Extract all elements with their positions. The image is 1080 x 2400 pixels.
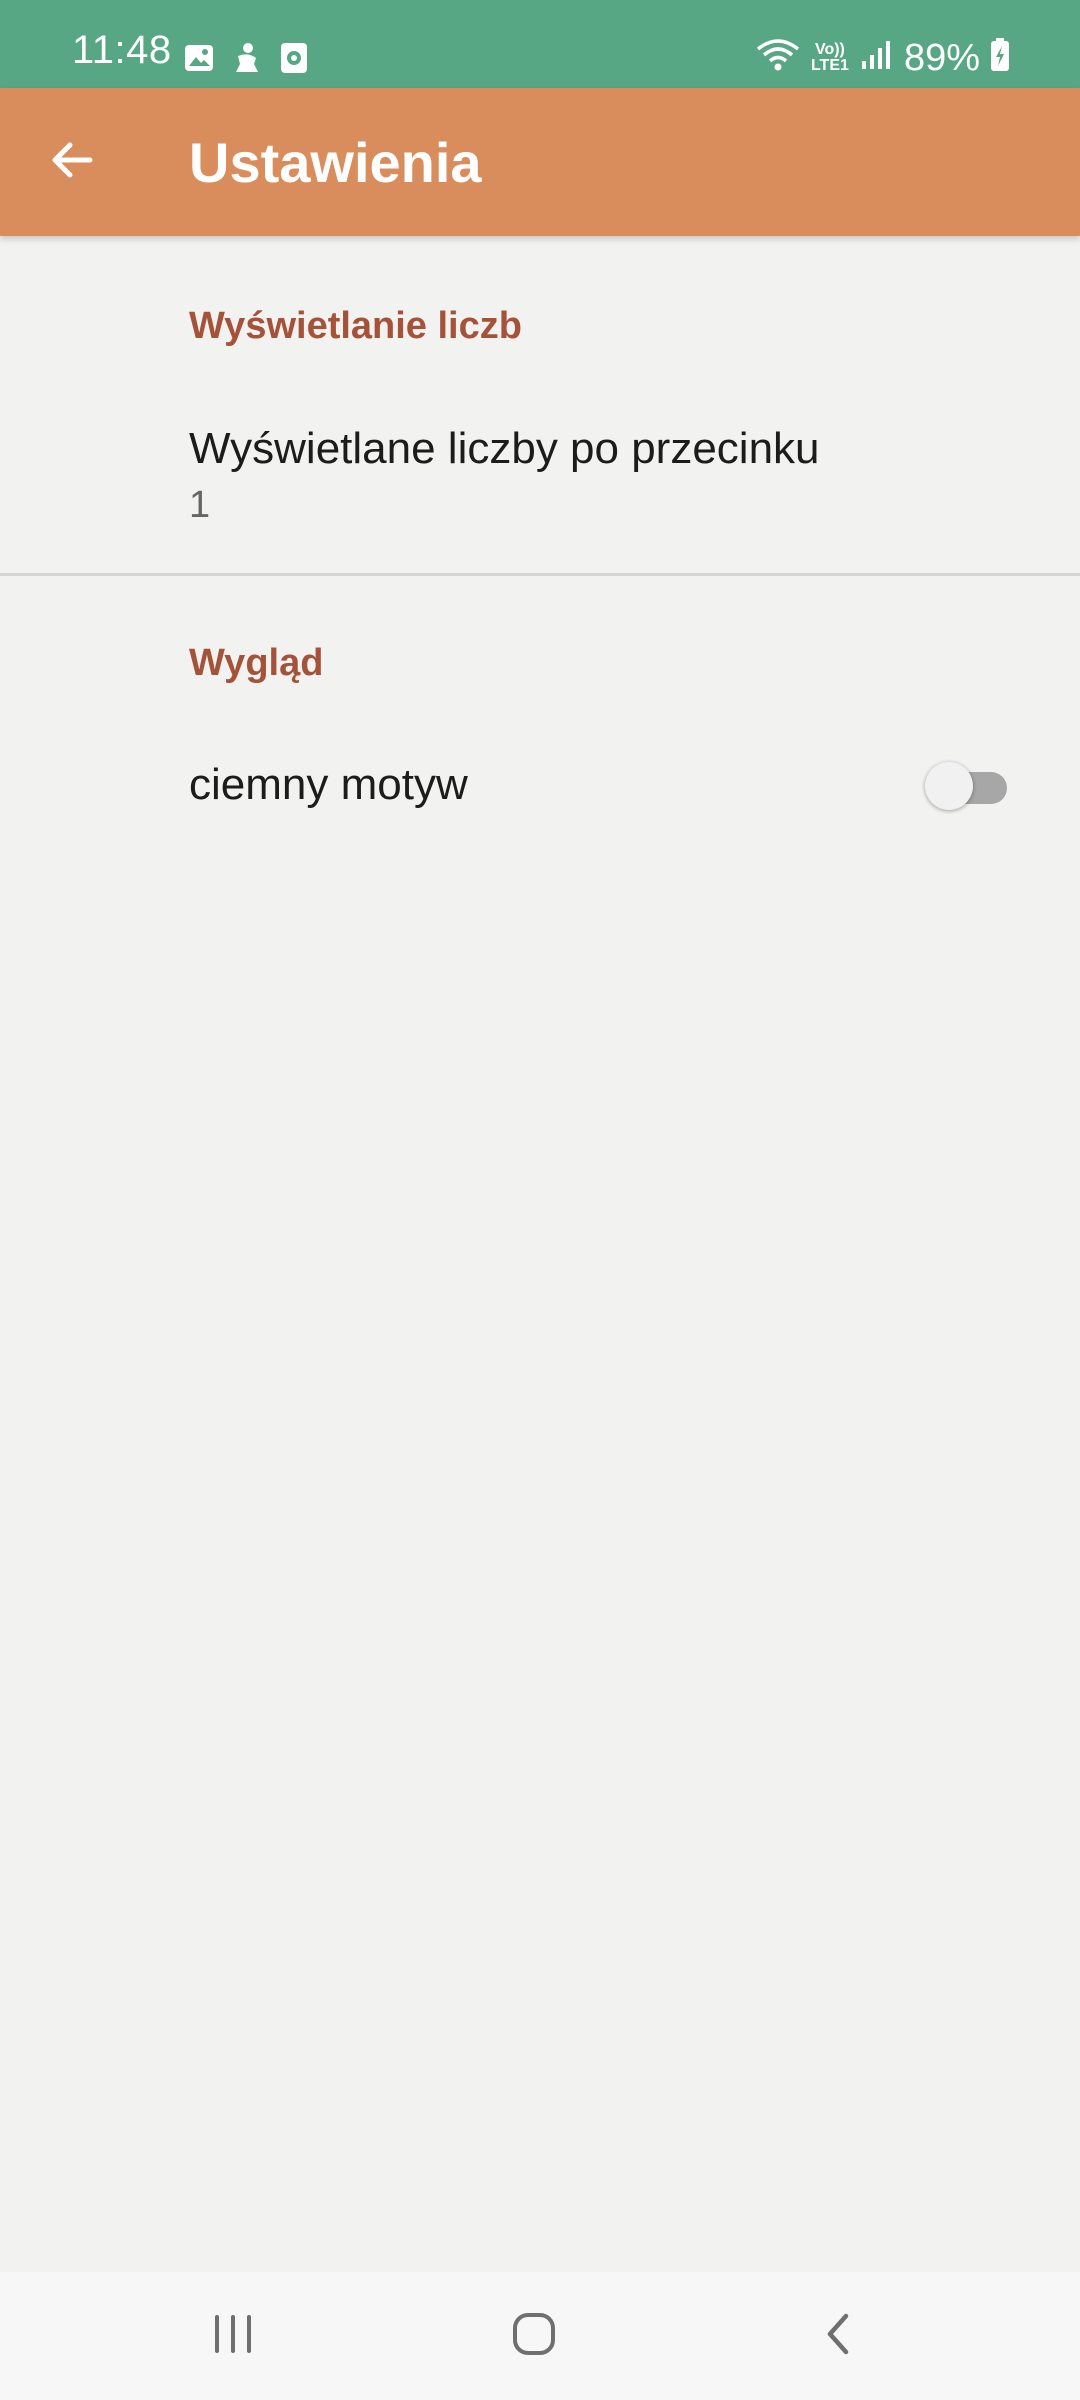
arrow-back-icon bbox=[48, 136, 96, 189]
app-bar: Ustawienia bbox=[0, 88, 1080, 236]
notification-app-icon bbox=[232, 42, 262, 79]
recent-apps-icon bbox=[211, 2312, 255, 2361]
home-icon bbox=[510, 2310, 558, 2363]
nav-back-button[interactable] bbox=[788, 2296, 888, 2376]
screen-recorder-icon bbox=[280, 42, 308, 79]
pref-decimal-places-value: 1 bbox=[189, 484, 211, 526]
status-notification-icons bbox=[184, 42, 308, 79]
page-title: Ustawienia bbox=[189, 131, 482, 194]
network-label: LTE1 bbox=[810, 56, 849, 74]
wifi-icon bbox=[756, 39, 800, 76]
back-button[interactable] bbox=[36, 126, 108, 198]
recent-apps-button[interactable] bbox=[183, 2296, 283, 2376]
navigation-bar bbox=[0, 2272, 1080, 2400]
volte-icon: Vo)) LTE1 bbox=[810, 40, 849, 74]
status-system-icons: Vo)) LTE1 89% bbox=[756, 38, 1010, 77]
home-button[interactable] bbox=[484, 2296, 584, 2376]
signal-icon bbox=[860, 39, 894, 76]
pref-dark-theme-title: ciemny motyw bbox=[189, 760, 468, 809]
status-bar: 11:48 Vo)) LTE1 89% bbox=[0, 0, 1080, 88]
section-header-number-display: Wyświetlanie liczb bbox=[189, 305, 522, 347]
switch-thumb bbox=[925, 762, 973, 810]
section-header-appearance: Wygląd bbox=[189, 642, 324, 684]
pref-decimal-places-title: Wyświetlane liczby po przecinku bbox=[189, 424, 820, 473]
battery-percent: 89% bbox=[903, 36, 980, 79]
pref-dark-theme[interactable]: ciemny motyw bbox=[0, 730, 1080, 842]
pref-decimal-places[interactable]: Wyświetlane liczby po przecinku 1 bbox=[0, 400, 1080, 560]
status-time: 11:48 bbox=[72, 28, 172, 72]
section-divider bbox=[0, 573, 1080, 576]
image-icon bbox=[184, 44, 214, 77]
battery-charging-icon bbox=[990, 38, 1010, 77]
dark-theme-switch[interactable] bbox=[925, 762, 1011, 810]
back-icon bbox=[818, 2310, 858, 2363]
